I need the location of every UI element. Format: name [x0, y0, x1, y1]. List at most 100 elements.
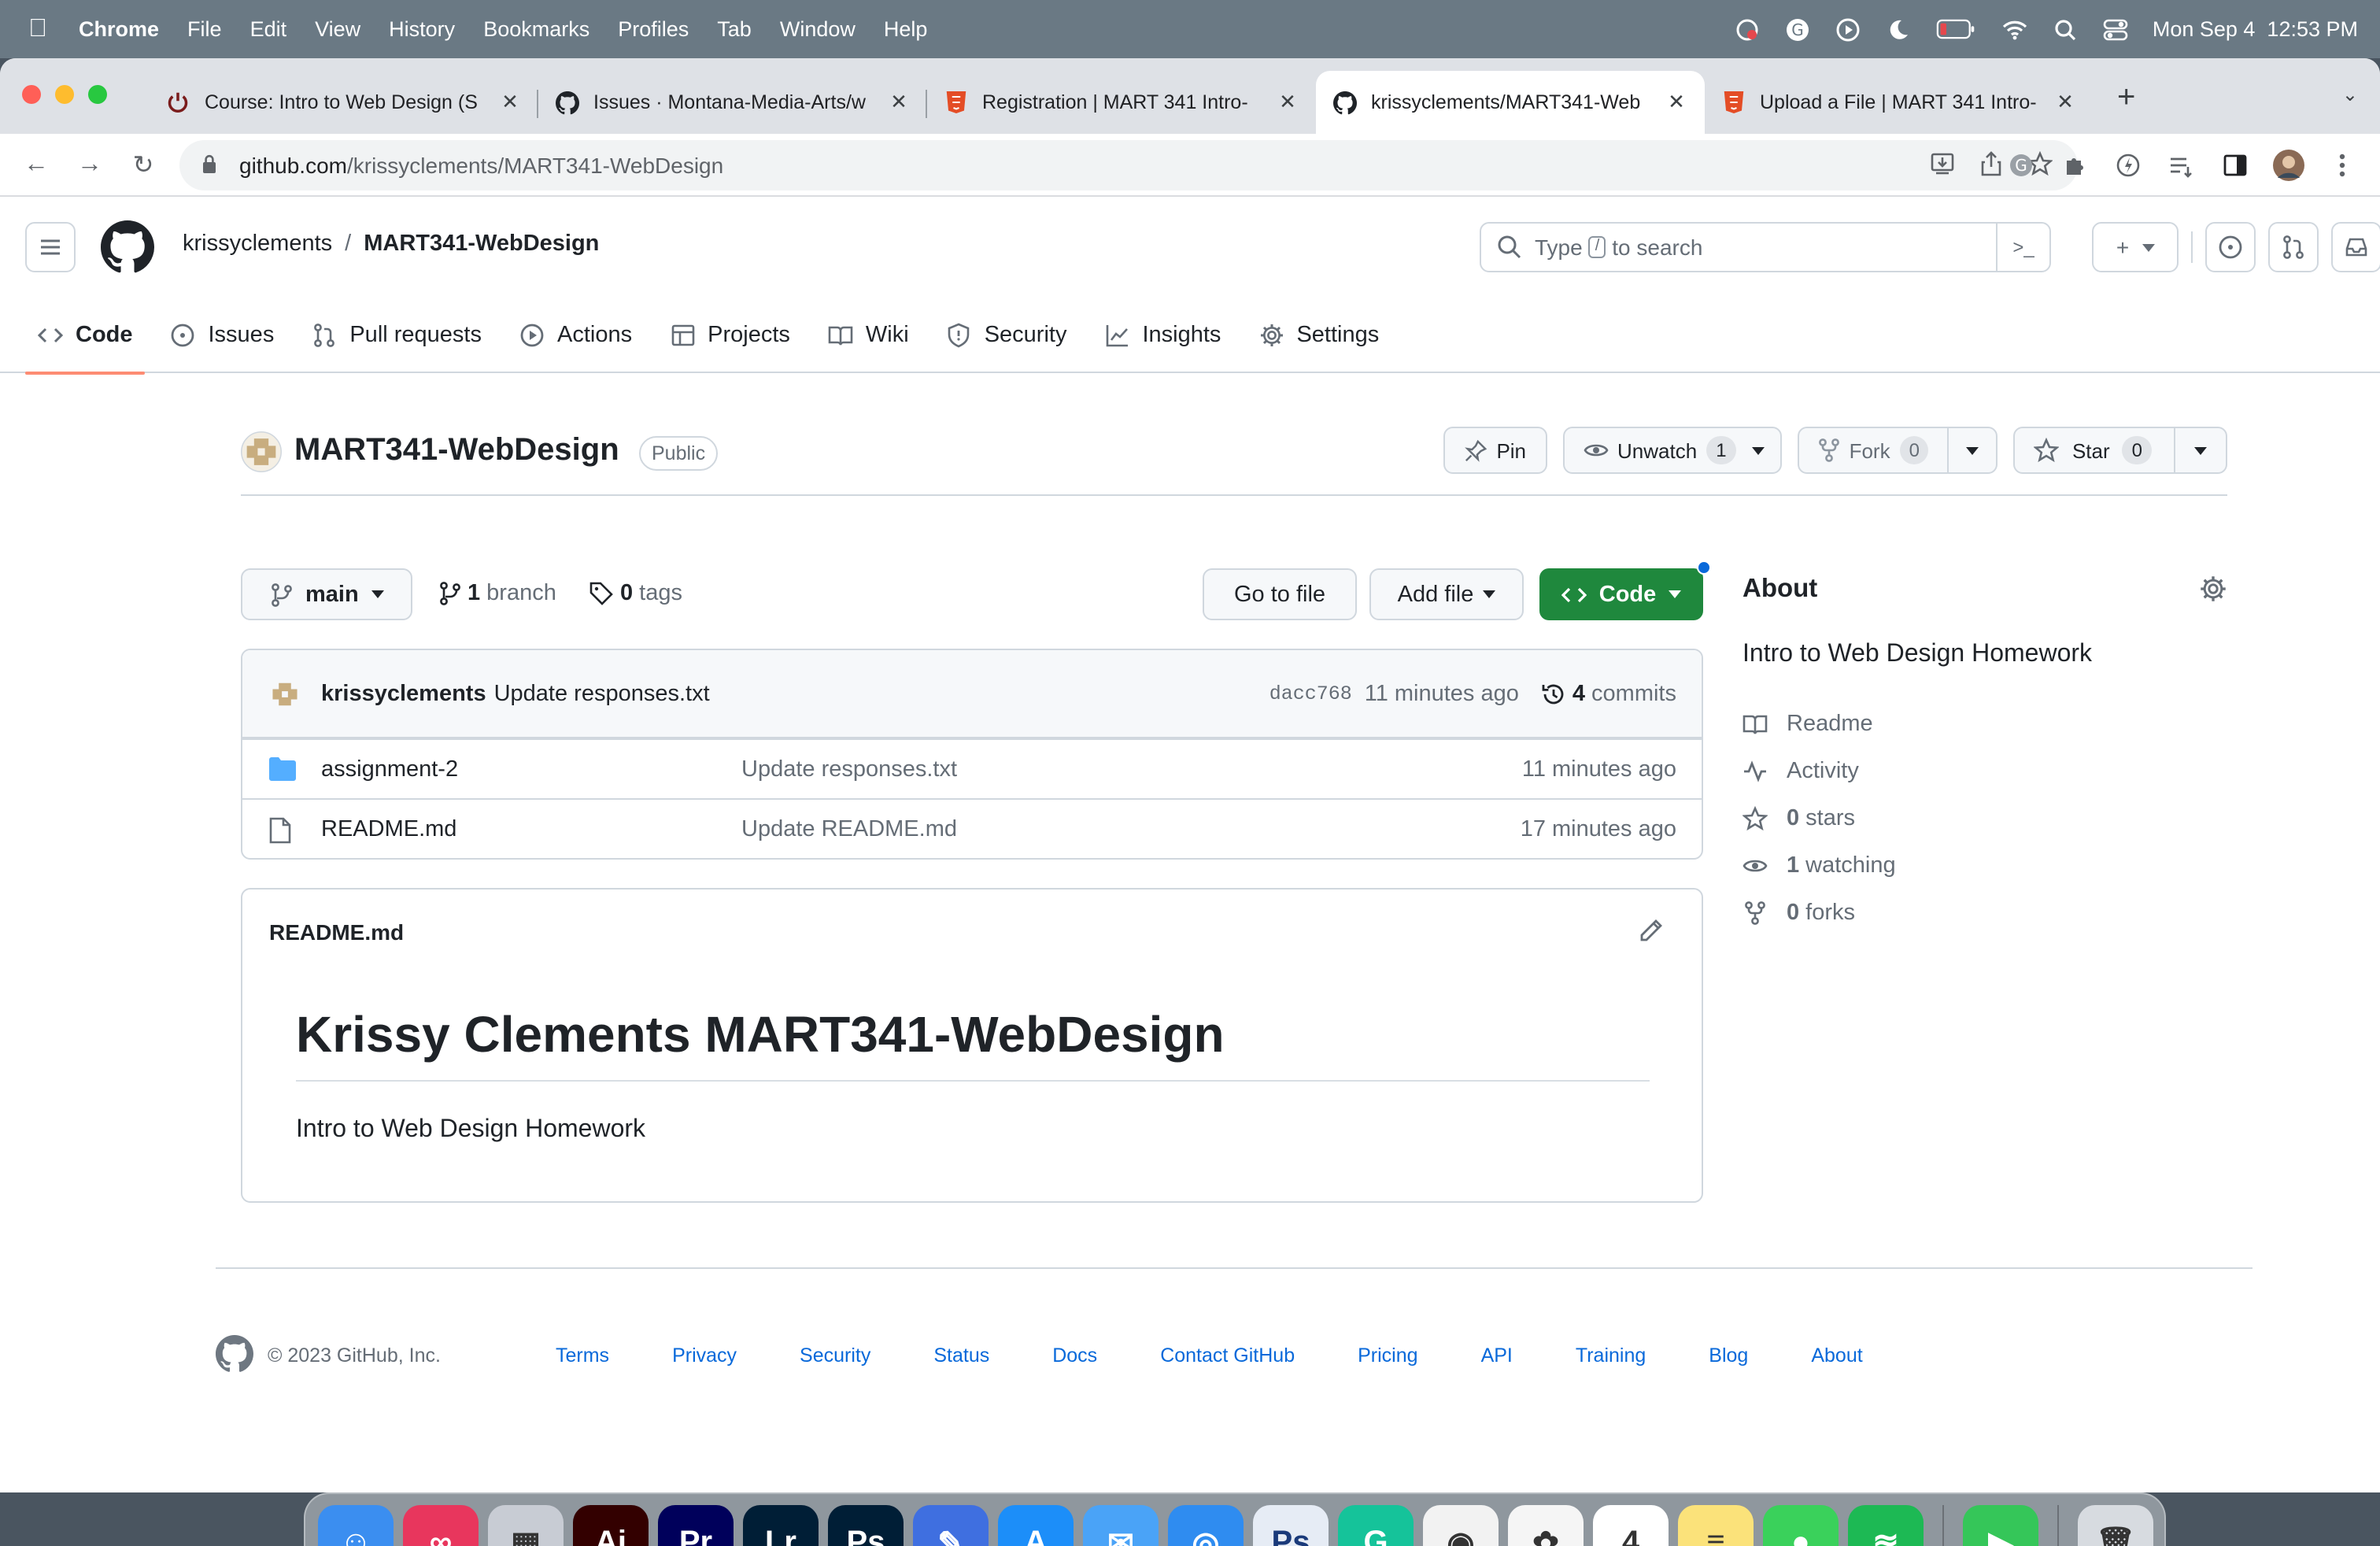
browser-tab-issues[interactable]: Issues · Montana-Media-Arts/w ✕: [538, 71, 927, 134]
tab-insights[interactable]: Insights: [1092, 297, 1233, 372]
creative-cloud-icon[interactable]: ∞: [403, 1505, 479, 1546]
close-tab-icon[interactable]: ✕: [1664, 90, 1689, 115]
performance-icon[interactable]: [2112, 150, 2144, 181]
close-tab-icon[interactable]: ✕: [497, 90, 523, 115]
tab-issues[interactable]: Issues: [158, 297, 287, 372]
create-new-button[interactable]: +: [2092, 222, 2179, 272]
pin-button[interactable]: Pin: [1443, 427, 1547, 474]
zoom-window-button[interactable]: [88, 85, 107, 104]
browser-tab-registration[interactable]: Registration | MART 341 Intro- ✕: [927, 71, 1316, 134]
go-to-file-button[interactable]: Go to file: [1203, 568, 1357, 620]
premiere-icon[interactable]: Pr: [658, 1505, 734, 1546]
command-palette-icon[interactable]: >_: [1996, 224, 2049, 271]
file-name[interactable]: README.md: [321, 817, 456, 842]
commit-message[interactable]: Update responses.txt: [494, 681, 710, 706]
play-circle-icon[interactable]: [1835, 15, 1863, 43]
spotlight-search-icon[interactable]: [2052, 15, 2080, 43]
grammarly-extension-icon[interactable]: G: [2005, 150, 2037, 181]
footer-link-security[interactable]: Security: [800, 1344, 870, 1367]
close-tab-icon[interactable]: ✕: [1275, 90, 1300, 115]
back-button[interactable]: ←: [19, 150, 54, 179]
chrome-menu-icon[interactable]: [2326, 150, 2358, 181]
tab-code[interactable]: Code: [25, 297, 146, 374]
launchpad-icon[interactable]: ▦: [488, 1505, 564, 1546]
file-name[interactable]: assignment-2: [321, 757, 458, 782]
footer-link-privacy[interactable]: Privacy: [672, 1344, 737, 1367]
fork-dropdown[interactable]: [1949, 428, 1997, 472]
hamburger-menu-button[interactable]: [25, 222, 76, 272]
issues-header-button[interactable]: [2205, 222, 2256, 272]
star-button[interactable]: Star 0: [2013, 427, 2227, 474]
code-clone-button[interactable]: Code: [1539, 560, 1711, 620]
apple-menu-icon[interactable]: : [28, 15, 57, 43]
about-readme-link[interactable]: Readme: [1743, 701, 1896, 748]
browser-tab-upload[interactable]: Upload a File | MART 341 Intro- ✕: [1705, 71, 2094, 134]
tab-security[interactable]: Security: [934, 297, 1080, 372]
app-store-icon[interactable]: A: [998, 1505, 1074, 1546]
wifi-icon[interactable]: [2001, 15, 2030, 43]
branch-select-button[interactable]: main: [241, 568, 412, 620]
menu-profiles[interactable]: Profiles: [618, 17, 689, 41]
github-logo-icon[interactable]: [216, 1335, 253, 1373]
github-logo-icon[interactable]: [101, 220, 154, 274]
photoshop-icon[interactable]: Ps: [828, 1505, 904, 1546]
tab-settings[interactable]: Settings: [1246, 297, 1391, 372]
tab-wiki[interactable]: Wiki: [815, 297, 922, 372]
about-forks-link[interactable]: 0 forks: [1743, 890, 1896, 937]
chrome-icon[interactable]: ◉: [1423, 1505, 1499, 1546]
control-center-icon[interactable]: [2102, 15, 2131, 43]
file-commit-message[interactable]: Update responses.txt: [741, 757, 957, 782]
repo-owner-avatar[interactable]: [241, 431, 282, 472]
about-watching-link[interactable]: 1 watching: [1743, 842, 1896, 890]
footer-link-contact[interactable]: Contact GitHub: [1160, 1344, 1295, 1367]
breadcrumb-owner-link[interactable]: krissyclements: [183, 231, 332, 257]
address-bar[interactable]: github.com/krissyclements/MART341-WebDes…: [179, 140, 2078, 190]
minimize-window-button[interactable]: [55, 85, 74, 104]
forward-button[interactable]: →: [72, 150, 107, 179]
menu-help[interactable]: Help: [884, 17, 928, 41]
menu-history[interactable]: History: [389, 17, 455, 41]
spotify-icon[interactable]: ≋: [1848, 1505, 1924, 1546]
about-activity-link[interactable]: Activity: [1743, 748, 1896, 795]
branches-link[interactable]: 1 branch: [439, 581, 556, 606]
commit-author[interactable]: krissyclements: [321, 681, 486, 706]
screen-record-icon[interactable]: [1734, 15, 1762, 43]
menu-view[interactable]: View: [315, 17, 360, 41]
footer-link-docs[interactable]: Docs: [1052, 1344, 1097, 1367]
side-panel-icon[interactable]: [2219, 150, 2251, 181]
finder-icon[interactable]: ☺: [318, 1505, 394, 1546]
watch-dropdown[interactable]: [1749, 428, 1780, 472]
tab-pull-requests[interactable]: Pull requests: [299, 297, 494, 372]
menu-edit[interactable]: Edit: [250, 17, 287, 41]
lightroom-icon[interactable]: Lr: [743, 1505, 819, 1546]
footer-link-status[interactable]: Status: [933, 1344, 989, 1367]
menu-bookmarks[interactable]: Bookmarks: [483, 17, 589, 41]
fork-button[interactable]: Fork 0: [1797, 427, 1998, 474]
focus-moon-icon[interactable]: [1885, 15, 1913, 43]
facetime-icon[interactable]: ▶: [1963, 1505, 2038, 1546]
menu-app-name[interactable]: Chrome: [79, 17, 159, 41]
file-commit-message[interactable]: Update README.md: [741, 817, 957, 842]
gear-icon[interactable]: [2199, 575, 2227, 603]
photoshop-express-icon[interactable]: Ps: [1253, 1505, 1329, 1546]
safari-icon[interactable]: ◎: [1168, 1505, 1244, 1546]
grammarly-menubar-icon[interactable]: G: [1784, 15, 1813, 43]
menubar-clock[interactable]: Mon Sep 4 12:53 PM: [2153, 17, 2358, 41]
file-row[interactable]: assignment-2 Update responses.txt 11 min…: [242, 738, 1702, 798]
repo-title[interactable]: MART341-WebDesign: [294, 433, 619, 469]
photos-icon[interactable]: ✿: [1508, 1505, 1584, 1546]
edit-pencil-icon[interactable]: [1639, 918, 1664, 943]
menu-window[interactable]: Window: [780, 17, 856, 41]
tags-link[interactable]: 0 tags: [589, 581, 682, 606]
tab-projects[interactable]: Projects: [657, 297, 803, 372]
breadcrumb-repo-link[interactable]: MART341-WebDesign: [364, 231, 599, 257]
footer-link-about[interactable]: About: [1811, 1344, 1862, 1367]
pencil-app-icon[interactable]: ✎: [913, 1505, 989, 1546]
commit-sha[interactable]: dacc768: [1269, 683, 1352, 705]
share-icon[interactable]: [1980, 150, 2002, 180]
messages-icon[interactable]: ●: [1763, 1505, 1839, 1546]
browser-tab-active-repo[interactable]: krissyclements/MART341-Web ✕: [1316, 71, 1705, 134]
menu-file[interactable]: File: [187, 17, 222, 41]
menu-tab[interactable]: Tab: [717, 17, 752, 41]
mail-icon[interactable]: ✉: [1083, 1505, 1159, 1546]
